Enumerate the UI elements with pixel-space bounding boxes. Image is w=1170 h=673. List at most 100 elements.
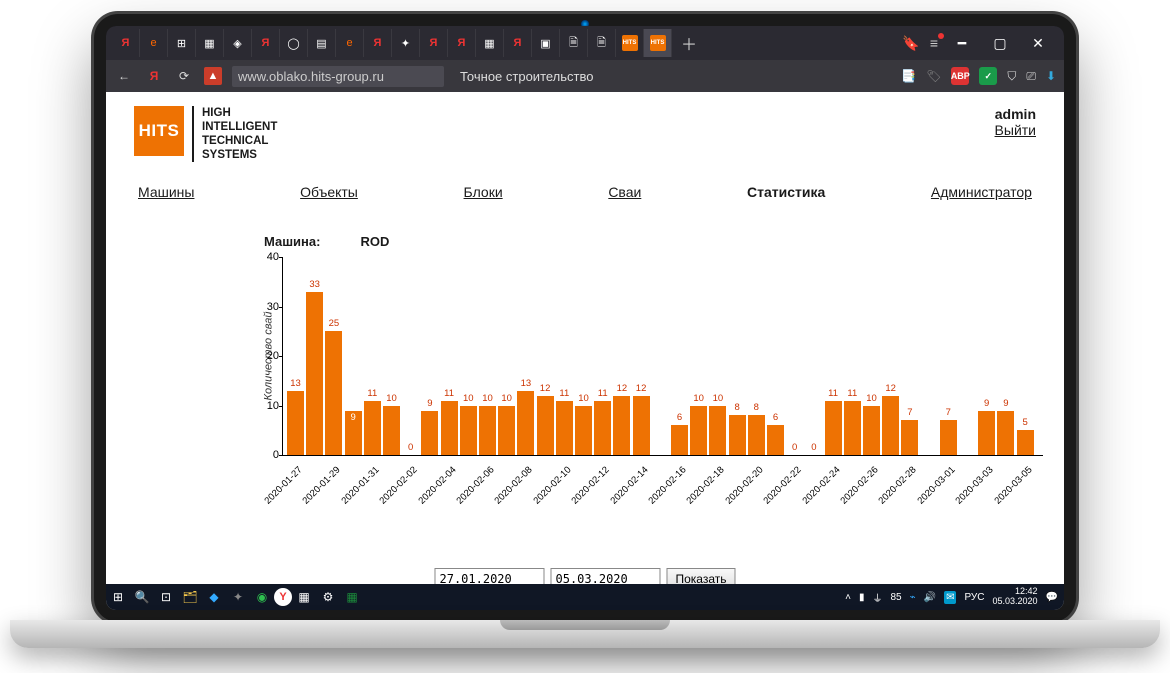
extension-icon-2[interactable]: ⎚ [1026,69,1036,84]
whatsapp-icon[interactable]: ◉ [250,585,274,609]
browser-tab[interactable]: HITS [616,29,644,57]
x-tick-label: 2020-02-24 [800,465,842,507]
adblock-icon[interactable]: ABP [951,67,969,85]
tray-wifi-icon[interactable]: ⏚ [872,590,882,605]
bar-value-label: 10 [690,393,707,404]
x-tick-label: 2020-02-06 [454,465,496,507]
calculator-icon[interactable]: ▦ [292,585,316,609]
search-icon[interactable]: 🔍 [130,585,154,609]
bar-value-label: 9 [421,398,438,409]
browser-tab[interactable]: 🗎 [588,29,616,57]
browser-tab[interactable]: ⊞ [168,29,196,57]
excel-icon[interactable]: ▦ [340,585,364,609]
browser-tab[interactable]: e [336,29,364,57]
insecure-site-icon[interactable]: ▲ [204,67,222,85]
menu-icon[interactable]: ≡ [930,35,938,51]
translate-icon[interactable]: 📑 [901,69,916,83]
new-tab-button[interactable]: ＋ [678,32,700,54]
browser-tab[interactable]: ▦ [196,29,224,57]
page-content: HITS HIGH INTELLIGENT TECHNICAL SYSTEMS … [106,92,1064,610]
tray-bluetooth-icon[interactable]: ⌁ [910,592,916,603]
nav-link[interactable]: Статистика [747,184,825,200]
browser-tab[interactable]: Я [364,29,392,57]
nav-reload-button[interactable]: ⟳ [174,66,194,86]
browser-tab[interactable]: Я [112,29,140,57]
screen: Яe⊞▦◈Я◯▤eЯ✦ЯЯ▦Я▣🗎🗎HITSHITS ＋ 🔖 ≡ ━ ▢ ✕ ←… [106,26,1064,610]
bookmark-icon[interactable]: 🔖 [902,35,919,52]
bar-value-label: 10 [383,393,400,404]
bar-value-label: 0 [805,442,822,453]
browser-tab-strip: Яe⊞▦◈Я◯▤eЯ✦ЯЯ▦Я▣🗎🗎HITSHITS ＋ 🔖 ≡ ━ ▢ ✕ [106,26,1064,60]
bar-value-label: 13 [517,378,534,389]
tray-battery-icon[interactable]: ▮ [859,592,865,603]
site-header: HITS HIGH INTELLIGENT TECHNICAL SYSTEMS … [134,106,1036,162]
url-field[interactable]: www.oblako.hits-group.ru [232,66,444,87]
bar-value-label: 8 [748,402,765,413]
nav-link[interactable]: Администратор [931,184,1032,200]
tray-chevron-up-icon[interactable]: ˄ [845,592,851,603]
nav-link[interactable]: Блоки [464,184,503,200]
shield-icon[interactable]: ✓ [979,67,997,85]
browser-tab[interactable]: Я [448,29,476,57]
browser-tab[interactable]: ✦ [392,29,420,57]
tray-mail-icon[interactable]: ✉ [944,591,956,604]
x-tick-label: 2020-02-26 [838,465,880,507]
browser-tab[interactable]: ▦ [476,29,504,57]
bar-value-label: 11 [844,388,861,399]
nav-link[interactable]: Объекты [300,184,358,200]
browser-tab[interactable]: Я [252,29,280,57]
bar-value-label: 10 [460,393,477,404]
window-minimize[interactable]: ━ [948,29,976,57]
x-tick-label: 2020-01-27 [262,465,304,507]
browser-tab[interactable]: Я [504,29,532,57]
tray-volume-icon[interactable]: 🔊 [924,592,936,603]
nav-back-button[interactable]: ← [114,66,134,86]
current-user: admin [995,106,1036,122]
y-tick-label: 10 [255,400,279,412]
browser-tab[interactable]: 🗎 [560,29,588,57]
bar-value-label: 33 [306,279,323,290]
browser-tab[interactable]: Я [420,29,448,57]
nav-link[interactable]: Сваи [608,184,641,200]
bar-value-label: 25 [325,318,342,329]
app-icon-2[interactable]: ✦ [226,585,250,609]
bar-value-label: 7 [940,407,957,418]
x-tick-label: 2020-01-29 [301,465,343,507]
x-tick-label: 2020-02-16 [646,465,688,507]
start-button[interactable]: ⊞ [106,585,130,609]
yandex-home-icon[interactable]: Я [144,66,164,86]
main-nav: Машины Объекты Блоки Сваи Статистика Админист… [134,184,1036,200]
page-title-label: Точное строительство [460,69,593,84]
laptop-frame: Яe⊞▦◈Я◯▤eЯ✦ЯЯ▦Я▣🗎🗎HITSHITS ＋ 🔖 ≡ ━ ▢ ✕ ←… [94,14,1076,622]
yandex-browser-icon[interactable]: Y [274,588,292,606]
browser-tab[interactable]: e [140,29,168,57]
bar-value-label: 12 [537,383,554,394]
app-icon-1[interactable]: ◆ [202,585,226,609]
window-maximize[interactable]: ▢ [986,29,1014,57]
bar-value-label: 11 [594,388,611,399]
browser-tab[interactable]: ▣ [532,29,560,57]
task-view-icon[interactable]: ⊡ [154,585,178,609]
tray-notifications-icon[interactable]: 💬 [1046,592,1058,603]
downloads-icon[interactable]: ⬇ [1046,69,1056,83]
nav-link[interactable]: Машины [138,184,194,200]
bar-value-label: 9 [345,412,362,423]
browser-tab[interactable]: HITS [644,29,672,57]
bar-value-label: 13 [287,378,304,389]
settings-icon[interactable]: ⚙ [316,585,340,609]
browser-tab[interactable]: ◯ [280,29,308,57]
bookmark-page-icon[interactable]: 🏷 [926,69,941,83]
window-close[interactable]: ✕ [1024,29,1052,57]
tray-language[interactable]: РУС [964,592,984,603]
bar-value-label: 9 [978,398,995,409]
logout-link[interactable]: Выйти [995,122,1036,138]
x-tick-label: 2020-01-31 [339,465,381,507]
tray-clock[interactable]: 12:42 05.03.2020 [993,587,1038,607]
explorer-icon[interactable]: 🗂 [178,585,202,609]
chart-plot-area: 1333259111009111010101312111011121261010… [282,257,1043,456]
x-tick-label: 2020-02-18 [685,465,727,507]
logo-badge: HITS [134,106,184,156]
browser-tab[interactable]: ◈ [224,29,252,57]
browser-tab[interactable]: ▤ [308,29,336,57]
extension-icon-1[interactable]: ⛉ [1007,69,1016,84]
